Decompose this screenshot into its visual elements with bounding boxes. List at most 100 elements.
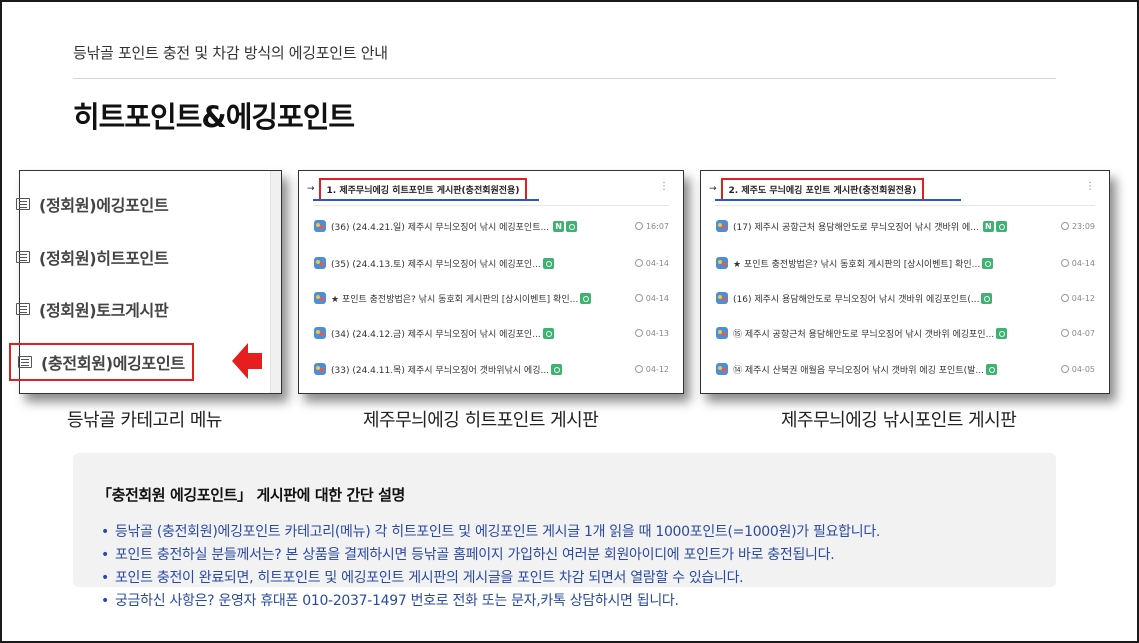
post-row[interactable]: ⑮ 제주시 공항근처 용담해안도로 무늬오징어 낚시 갯바위 에깅포인... 0… bbox=[715, 323, 1099, 343]
list-icon bbox=[18, 356, 32, 368]
attachment-icon bbox=[982, 257, 994, 269]
new-badge: N bbox=[982, 220, 994, 232]
clock-icon bbox=[634, 365, 643, 373]
description-item: 포인트 충전이 완료되면, 히트포인트 및 에깅포인트 게시판의 게시글을 포인… bbox=[101, 568, 880, 591]
board-title[interactable]: 1. 제주무늬에깅 히트포인트 게시판(충전회원전용) bbox=[318, 177, 528, 201]
post-date: 04-14 bbox=[634, 258, 669, 268]
post-title: (36) (24.4.21.일) 제주시 무늬오징어 낚시 에깅포인트... bbox=[331, 222, 550, 233]
description-item: 궁금하신 사항은? 운영자 휴대폰 010-2037-1497 번호로 전화 또… bbox=[101, 591, 880, 614]
post-title: (35) (24.4.13.토) 제주시 무늬오징어 낚시 에깅포인... bbox=[331, 259, 541, 270]
board-logo-icon bbox=[314, 220, 326, 232]
board-logo-icon bbox=[716, 257, 728, 269]
category-item-charge-egging[interactable]: (충전회원)에깅포인트 bbox=[9, 343, 194, 381]
post-row[interactable]: (36) (24.4.21.일) 제주시 무늬오징어 낚시 에깅포인트... N… bbox=[313, 216, 673, 236]
board-header: → 1. 제주무늬에깅 히트포인트 게시판(충전회원전용) bbox=[307, 177, 528, 201]
description-title: 「충전회원 에깅포인트」 게시판에 대한 간단 설명 bbox=[97, 486, 405, 504]
fishing-point-board-caption: 제주무늬에깅 낚시포인트 게시판 bbox=[781, 410, 1017, 431]
post-date: 04-14 bbox=[634, 293, 669, 303]
post-date-text: 04-14 bbox=[645, 293, 669, 303]
category-item-regular-talk[interactable]: (정회원)토크게시판 bbox=[16, 292, 169, 326]
attachment-icon bbox=[542, 327, 554, 339]
category-menu-caption: 등낚골 카테고리 메뉴 bbox=[67, 410, 222, 431]
arrow-icon: → bbox=[709, 184, 717, 194]
post-date: 04-07 bbox=[1060, 328, 1095, 338]
page-title: 히트포인트&에깅포인트 bbox=[73, 100, 355, 134]
post-date: 04-12 bbox=[1060, 293, 1095, 303]
post-date-text: 04-12 bbox=[1071, 293, 1095, 303]
category-item-label: (정회원)토크게시판 bbox=[39, 301, 169, 320]
post-title: ⑭ 제주시 산북권 애월읍 무늬오징어 낚시 갯바위 에깅 포인트(발... bbox=[733, 365, 984, 376]
post-title: (34) (24.4.12.금) 제주시 무늬오징어 낚시 에깅포인... bbox=[331, 329, 541, 340]
attachment-icon bbox=[551, 363, 563, 375]
post-title: ★ 포인트 충전방법은? 낚시 동호회 게시판의 [상시이벤트] 확인... bbox=[331, 294, 579, 305]
red-arrow-icon bbox=[232, 343, 262, 379]
post-row[interactable]: (33) (24.4.11.목) 제주시 무늬오징어 갯바위낚시 에깅... 0… bbox=[313, 359, 673, 379]
board-title-underline bbox=[313, 199, 539, 201]
description-item: 포인트 충전하실 분들께서는? 본 상품을 결제하시면 등낚골 홈페이지 가입하… bbox=[101, 545, 880, 568]
board-logo-icon bbox=[314, 257, 326, 269]
list-icon bbox=[16, 251, 30, 263]
board-title[interactable]: 2. 제주도 무늬에깅 포인트 게시판(충전회원전용) bbox=[720, 177, 925, 201]
header-divider bbox=[73, 78, 1056, 79]
scrollbar[interactable] bbox=[270, 171, 281, 393]
new-badge: N bbox=[553, 220, 565, 232]
board-logo-icon bbox=[716, 220, 728, 232]
more-options-icon[interactable]: ⋮ bbox=[1085, 181, 1095, 192]
clock-icon bbox=[1060, 329, 1069, 337]
page-subtitle: 등낚골 포인트 충전 및 차감 방식의 에깅포인트 안내 bbox=[73, 44, 388, 62]
post-date-text: 04-07 bbox=[1071, 328, 1095, 338]
post-title: ⑮ 제주시 공항근처 용담해안도로 무늬오징어 낚시 갯바위 에깅포인... bbox=[733, 329, 995, 340]
board-logo-icon bbox=[314, 327, 326, 339]
hit-point-board-panel: → 1. 제주무늬에깅 히트포인트 게시판(충전회원전용) ⋮ (36) (24… bbox=[298, 170, 684, 394]
clock-icon bbox=[634, 222, 643, 230]
attachment-icon bbox=[996, 327, 1008, 339]
post-date: 04-14 bbox=[1060, 258, 1095, 268]
board-logo-icon bbox=[716, 327, 728, 339]
list-icon bbox=[16, 198, 30, 210]
category-item-regular-egging[interactable]: (정회원)에깅포인트 bbox=[16, 187, 169, 221]
post-date-text: 04-14 bbox=[1071, 258, 1095, 268]
category-item-regular-hit[interactable]: (정회원)히트포인트 bbox=[16, 240, 169, 274]
post-date: 16:07 bbox=[634, 221, 669, 231]
clock-icon bbox=[634, 259, 643, 267]
board-divider bbox=[715, 205, 1095, 206]
post-title: (17) 제주시 공항근처 용담해안도로 무늬오징어 낚시 갯바위 에... bbox=[733, 222, 979, 233]
post-row[interactable]: ★ 포인트 충전방법은? 낚시 동호회 게시판의 [상시이벤트] 확인... 0… bbox=[715, 253, 1099, 273]
clock-icon bbox=[1060, 222, 1069, 230]
post-row[interactable]: (35) (24.4.13.토) 제주시 무늬오징어 낚시 에깅포인... 04… bbox=[313, 253, 673, 273]
attachment-icon bbox=[566, 220, 578, 232]
description-item: 등낚골 (충전회원)에깅포인트 카테고리(메뉴) 각 히트포인트 및 에깅포인트… bbox=[101, 522, 880, 545]
post-date-text: 04-13 bbox=[645, 328, 669, 338]
post-date-text: 04-12 bbox=[645, 364, 669, 374]
attachment-icon bbox=[981, 292, 993, 304]
list-icon bbox=[16, 303, 30, 315]
fishing-point-board-panel: → 2. 제주도 무늬에깅 포인트 게시판(충전회원전용) ⋮ (17) 제주시… bbox=[700, 170, 1110, 394]
attachment-icon bbox=[542, 257, 554, 269]
board-title-underline bbox=[715, 199, 961, 201]
hit-point-board-caption: 제주무늬에깅 히트포인트 게시판 bbox=[363, 410, 599, 431]
more-options-icon[interactable]: ⋮ bbox=[659, 181, 669, 192]
post-date-text: 04-14 bbox=[645, 258, 669, 268]
post-row[interactable]: ⑭ 제주시 산북권 애월읍 무늬오징어 낚시 갯바위 에깅 포인트(발... 0… bbox=[715, 359, 1099, 379]
post-row[interactable]: ★ 포인트 충전방법은? 낚시 동호회 게시판의 [상시이벤트] 확인... 0… bbox=[313, 288, 673, 308]
clock-icon bbox=[1060, 365, 1069, 373]
board-header: → 2. 제주도 무늬에깅 포인트 게시판(충전회원전용) bbox=[709, 177, 925, 201]
post-date-text: 16:07 bbox=[645, 221, 669, 231]
attachment-icon bbox=[580, 292, 592, 304]
board-divider bbox=[313, 205, 669, 206]
post-row[interactable]: (34) (24.4.12.금) 제주시 무늬오징어 낚시 에깅포인... 04… bbox=[313, 323, 673, 343]
category-item-label: (정회원)에깅포인트 bbox=[39, 196, 169, 215]
board-logo-icon bbox=[716, 363, 728, 375]
arrow-icon: → bbox=[307, 184, 315, 194]
post-title: ★ 포인트 충전방법은? 낚시 동호회 게시판의 [상시이벤트] 확인... bbox=[733, 259, 981, 270]
post-date-text: 04-05 bbox=[1071, 364, 1095, 374]
post-date-text: 23:09 bbox=[1071, 221, 1095, 231]
attachment-icon bbox=[985, 363, 997, 375]
board-logo-icon bbox=[716, 292, 728, 304]
clock-icon bbox=[634, 294, 643, 302]
description-list: 등낚골 (충전회원)에깅포인트 카테고리(메뉴) 각 히트포인트 및 에깅포인트… bbox=[101, 522, 880, 614]
post-date: 04-05 bbox=[1060, 364, 1095, 374]
clock-icon bbox=[634, 329, 643, 337]
post-row[interactable]: (17) 제주시 공항근처 용담해안도로 무늬오징어 낚시 갯바위 에... N… bbox=[715, 216, 1099, 236]
post-row[interactable]: (16) 제주시 용담해안도로 무늬오징어 낚시 갯바위 에깅포인트(... 0… bbox=[715, 288, 1099, 308]
